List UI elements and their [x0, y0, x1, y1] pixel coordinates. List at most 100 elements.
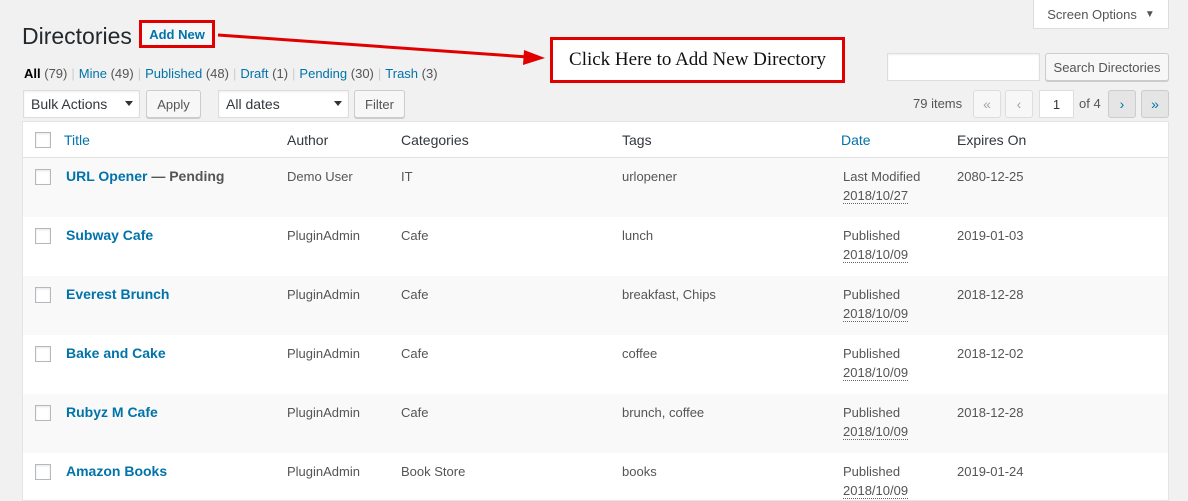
total-pages: of 4 [1079, 96, 1101, 111]
row-title-link[interactable]: URL Opener [66, 168, 147, 184]
row-category-link[interactable]: Cafe [401, 228, 428, 243]
add-new-button[interactable]: Add New [149, 27, 205, 42]
select-all-checkbox[interactable] [35, 132, 51, 148]
view-published-label: Published [145, 66, 203, 81]
row-date-status: Published [843, 228, 901, 243]
column-tags: Tags [622, 132, 652, 148]
row-category-link[interactable]: Book Store [401, 464, 465, 479]
view-published-link[interactable]: Published (48) [145, 66, 229, 81]
items-count: 79 items [913, 96, 963, 111]
view-mine-link[interactable]: Mine (49) [79, 66, 134, 81]
apply-button[interactable]: Apply [146, 90, 201, 118]
chevron-down-icon [334, 101, 342, 106]
search-directories-button[interactable]: Search Directories [1045, 53, 1169, 81]
row-state: — Pending [147, 168, 225, 184]
current-page-input[interactable]: 1 [1039, 90, 1074, 118]
row-author-link[interactable]: PluginAdmin [287, 405, 360, 420]
table-row: Everest Brunch PluginAdmin Cafe breakfas… [23, 276, 1168, 335]
view-all-link[interactable]: All (79) [24, 66, 67, 81]
table-row: Subway Cafe PluginAdmin Cafe lunch Publi… [23, 217, 1168, 276]
row-tags-link[interactable]: breakfast, Chips [622, 287, 716, 302]
annotation-callout: Click Here to Add New Directory [550, 37, 845, 83]
row-category-link[interactable]: Cafe [401, 287, 428, 302]
search-input[interactable] [887, 53, 1040, 81]
row-category-link[interactable]: IT [401, 169, 413, 184]
page-title: Directories [22, 23, 132, 49]
row-expires: 2080-12-25 [957, 169, 1024, 184]
view-pending-link[interactable]: Pending (30) [299, 66, 373, 81]
next-page-button[interactable]: › [1108, 90, 1136, 118]
directories-table: Title Author Categories Tags Date Expire… [22, 121, 1169, 501]
row-tags-link[interactable]: coffee [622, 346, 657, 361]
view-mine-count: (49) [110, 66, 134, 81]
add-new-highlight: Add New [139, 20, 215, 48]
column-title[interactable]: Title [64, 132, 90, 148]
row-date-status: Last Modified [843, 169, 921, 184]
view-pending-count: (30) [350, 66, 374, 81]
bulk-actions-select[interactable]: Bulk Actions [23, 90, 140, 118]
column-categories: Categories [401, 132, 469, 148]
row-title: Amazon Books [66, 463, 167, 479]
first-page-button[interactable]: « [973, 90, 1001, 118]
row-checkbox[interactable] [35, 228, 51, 244]
view-trash-link[interactable]: Trash (3) [385, 66, 437, 81]
row-title-link[interactable]: Subway Cafe [66, 227, 153, 243]
row-author-link[interactable]: Demo User [287, 169, 353, 184]
row-category-link[interactable]: Cafe [401, 346, 428, 361]
dates-select[interactable]: All dates [218, 90, 349, 118]
row-author-link[interactable]: PluginAdmin [287, 228, 360, 243]
table-row: URL Opener — Pending Demo User IT urlope… [23, 158, 1168, 217]
row-title-link[interactable]: Rubyz M Cafe [66, 404, 158, 420]
row-author-link[interactable]: PluginAdmin [287, 287, 360, 302]
row-title-link[interactable]: Everest Brunch [66, 286, 169, 302]
status-filter-links: All (79) | Mine (49) | Published (48) | Draft … [24, 66, 438, 81]
row-author-link[interactable]: PluginAdmin [287, 464, 360, 479]
view-all-label: All [24, 66, 41, 81]
row-date: 2018/10/09 [843, 365, 909, 381]
row-tags-link[interactable]: books [622, 464, 657, 479]
row-title-link[interactable]: Bake and Cake [66, 345, 166, 361]
prev-page-button[interactable]: ‹ [1005, 90, 1033, 118]
row-tags-link[interactable]: urlopener [622, 169, 677, 184]
view-draft-link[interactable]: Draft (1) [240, 66, 288, 81]
view-mine-label: Mine [78, 66, 107, 81]
row-title: Bake and Cake [66, 345, 166, 361]
row-checkbox[interactable] [35, 405, 51, 421]
row-author-link[interactable]: PluginAdmin [287, 346, 360, 361]
view-pending-label: Pending [299, 66, 348, 81]
row-checkbox[interactable] [35, 287, 51, 303]
caret-down-icon: ▼ [1144, 8, 1155, 20]
screen-options-button[interactable]: Screen Options ▼ [1033, 0, 1169, 29]
table-row: Rubyz M Cafe PluginAdmin Cafe brunch, co… [23, 394, 1168, 453]
row-expires: 2018-12-28 [957, 287, 1024, 302]
table-header: Title Author Categories Tags Date Expire… [23, 122, 1168, 158]
table-row: Amazon Books PluginAdmin Book Store book… [23, 453, 1168, 500]
row-tags-link[interactable]: lunch [622, 228, 653, 243]
row-date-status: Published [843, 346, 901, 361]
last-page-button[interactable]: » [1141, 90, 1169, 118]
row-title-link[interactable]: Amazon Books [66, 463, 167, 479]
bulk-actions-value: Bulk Actions [31, 96, 108, 112]
row-title: Everest Brunch [66, 286, 169, 302]
row-category-link[interactable]: Cafe [401, 405, 428, 420]
row-checkbox[interactable] [35, 464, 51, 480]
row-tags-link[interactable]: brunch, coffee [622, 405, 704, 420]
row-checkbox[interactable] [35, 169, 51, 185]
column-date[interactable]: Date [841, 132, 871, 148]
view-trash-count: (3) [421, 66, 438, 81]
row-title: URL Opener — Pending [66, 168, 224, 184]
row-date-status: Published [843, 405, 901, 420]
row-checkbox[interactable] [35, 346, 51, 362]
row-expires: 2018-12-02 [957, 346, 1024, 361]
view-published-count: (48) [205, 66, 229, 81]
row-date: 2018/10/09 [843, 247, 909, 263]
row-expires: 2019-01-03 [957, 228, 1024, 243]
column-author: Author [287, 132, 329, 148]
dates-value: All dates [226, 96, 280, 112]
row-title: Rubyz M Cafe [66, 404, 158, 420]
row-expires: 2018-12-28 [957, 405, 1024, 420]
view-trash-label: Trash [385, 66, 419, 81]
row-expires: 2019-01-24 [957, 464, 1024, 479]
filter-button[interactable]: Filter [354, 90, 405, 118]
row-date: 2018/10/09 [843, 424, 909, 440]
